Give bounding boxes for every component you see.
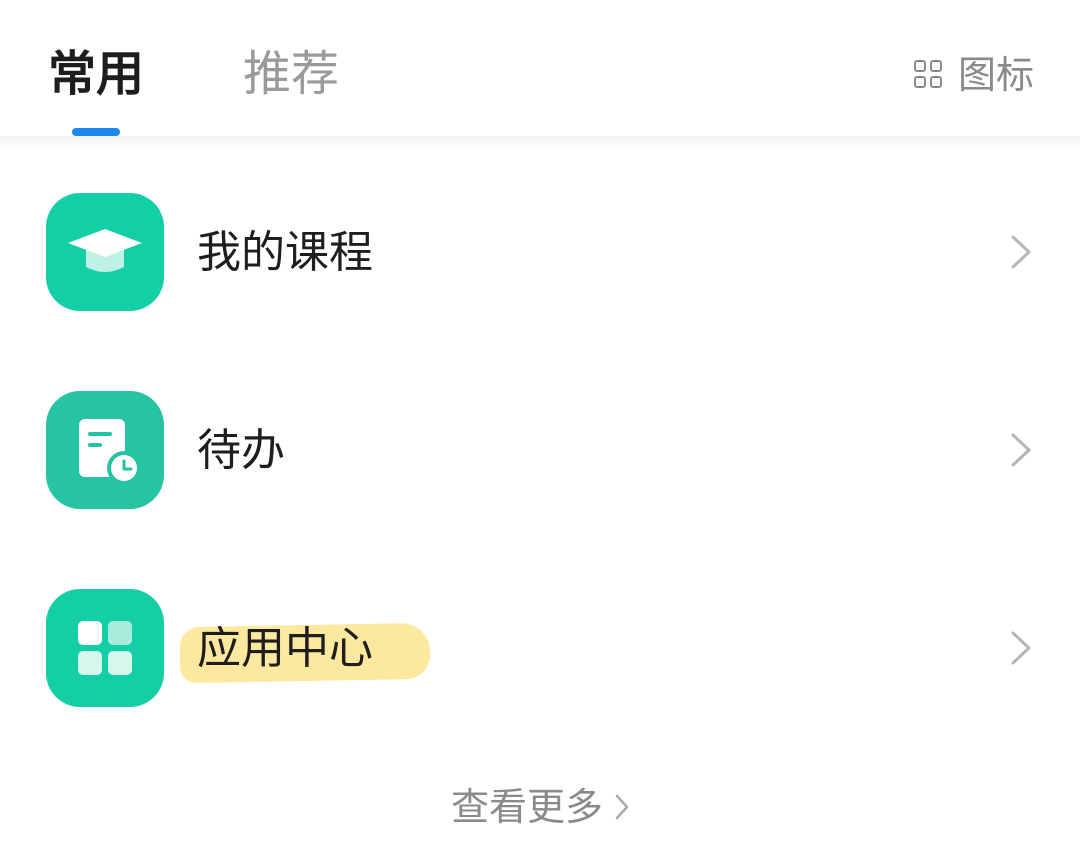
view-toggle-button[interactable]: 图标 (913, 50, 1034, 100)
chevron-right-icon (1011, 631, 1031, 665)
tab-recommended[interactable]: 推荐 (243, 44, 339, 104)
view-more-link[interactable]: 查看更多 (0, 783, 1080, 831)
list-item-my-courses[interactable]: 我的课程 (0, 178, 1080, 328)
chevron-right-icon (1011, 235, 1031, 269)
view-toggle-label: 图标 (957, 53, 1034, 97)
chevron-right-icon (615, 794, 629, 820)
app-grid-icon (46, 589, 164, 707)
app-center-label: 应用中心 (197, 623, 373, 674)
header: 常用 推荐 图标 (0, 0, 1080, 138)
grid-icon (913, 60, 944, 90)
screen: 常用 推荐 图标 我的课程 待办 应用中心 查看更多 (0, 0, 1080, 857)
tab-common[interactable]: 常用 (48, 44, 144, 104)
graduation-cap-icon (46, 193, 164, 311)
todo-label: 待办 (197, 425, 285, 476)
chevron-right-icon (1011, 433, 1031, 467)
list-item-app-center[interactable]: 应用中心 (0, 574, 1080, 724)
view-more-label: 查看更多 (450, 785, 603, 829)
header-divider (0, 136, 1080, 150)
active-tab-indicator (72, 128, 120, 136)
todo-clock-icon (46, 391, 164, 509)
my-courses-label: 我的课程 (197, 227, 373, 278)
list-item-todo[interactable]: 待办 (0, 376, 1080, 526)
